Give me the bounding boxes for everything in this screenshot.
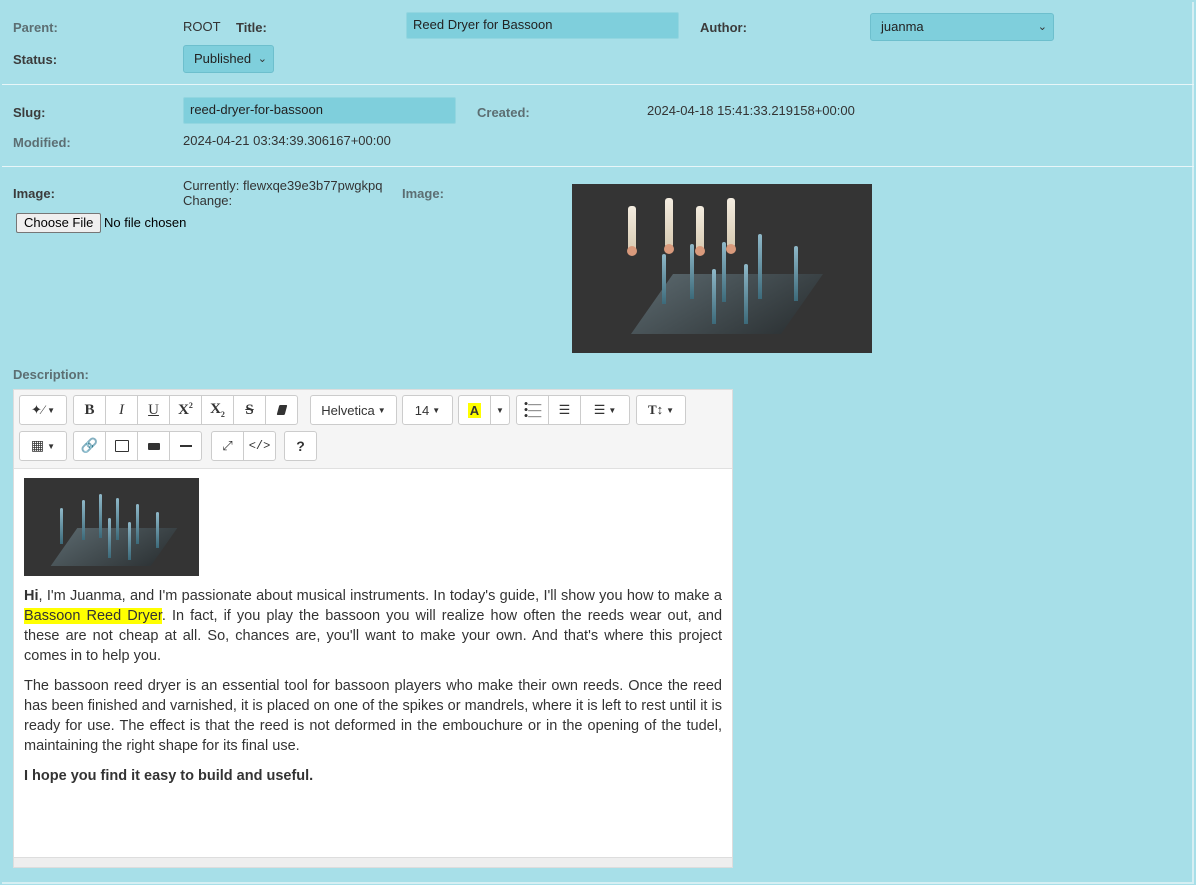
- bold-button[interactable]: B: [73, 395, 106, 425]
- author-select[interactable]: juanma ⌄: [870, 13, 1054, 41]
- horizontal-rule-button[interactable]: [169, 431, 202, 461]
- status-select-value: Published: [194, 51, 252, 66]
- fullscreen-button[interactable]: ⤢: [211, 431, 244, 461]
- text-color-dropdown[interactable]: ▼: [490, 395, 510, 425]
- eraser-icon: [276, 405, 287, 415]
- image-label: Image:: [13, 186, 55, 201]
- paragraph-align-dropdown[interactable]: ☰ ▼: [580, 395, 630, 425]
- insert-link-button[interactable]: 🔗: [73, 431, 106, 461]
- table-button[interactable]: ▦ ▼: [19, 431, 67, 461]
- code-icon: </>: [248, 439, 271, 453]
- magic-wand-icon: ✦∕: [31, 402, 45, 417]
- strikethrough-button[interactable]: S: [233, 395, 266, 425]
- created-value: 2024-04-18 15:41:33.219158+00:00: [647, 103, 855, 118]
- editor-resize-bar[interactable]: [14, 857, 732, 867]
- clear-format-button[interactable]: [265, 395, 298, 425]
- table-icon: ▦: [30, 438, 45, 454]
- slug-input[interactable]: reed-dryer-for-bassoon: [183, 97, 456, 124]
- title-label: Title:: [236, 20, 267, 35]
- chevron-down-icon: ⌄: [1037, 21, 1047, 33]
- underline-icon: U: [148, 401, 159, 418]
- image-change-text: Change:: [183, 193, 233, 208]
- highlight-a-icon: A: [467, 402, 482, 418]
- numbered-list-icon: ☰: [558, 402, 571, 417]
- unordered-list-button[interactable]: •— •— •—: [516, 395, 549, 425]
- choose-file-button[interactable]: Choose File: [16, 213, 102, 233]
- description-label: Description:: [13, 367, 89, 382]
- caret-down-icon: ▼: [666, 405, 675, 415]
- created-label: Created:: [477, 105, 530, 120]
- caret-down-icon: ▼: [377, 405, 386, 415]
- status-select[interactable]: Published ⌄: [183, 45, 274, 73]
- paragraph-intro: Hi, I'm Juanma, and I'm passionate about…: [24, 586, 722, 666]
- style-magic-wand-button[interactable]: ✦∕ ▼: [19, 395, 67, 425]
- line-height-icon: T↕: [647, 402, 664, 417]
- paragraph-body: The bassoon reed dryer is an essential t…: [24, 678, 722, 754]
- modified-label: Modified:: [13, 135, 71, 150]
- text-color-button[interactable]: A: [458, 395, 491, 425]
- fullscreen-icon: ⤢: [222, 438, 233, 453]
- parent-label: Parent:: [13, 20, 58, 35]
- highlighted-text: Bassoon Reed Dryer: [24, 608, 162, 624]
- italic-icon: I: [119, 401, 124, 418]
- intro-text-a: , I'm Juanma, and I'm passionate about m…: [38, 588, 723, 604]
- font-size-dropdown[interactable]: 14 ▼: [402, 395, 453, 425]
- help-icon: ?: [296, 438, 305, 454]
- editor-content[interactable]: Hi, I'm Juanma, and I'm passionate about…: [24, 586, 722, 796]
- link-icon: 🔗: [80, 438, 99, 454]
- ordered-list-button[interactable]: ☰: [548, 395, 581, 425]
- caret-down-icon: ▼: [608, 405, 617, 415]
- subscript-icon: X2: [210, 401, 225, 419]
- author-select-value: juanma: [881, 19, 924, 34]
- divider: [2, 166, 1194, 167]
- code-view-button[interactable]: </>: [243, 431, 276, 461]
- content-image: [24, 478, 199, 576]
- intro-bold: Hi: [24, 588, 39, 604]
- image-preview: [572, 184, 872, 353]
- parent-value: ROOT: [183, 19, 221, 34]
- author-label: Author:: [700, 20, 747, 35]
- subscript-button[interactable]: X2: [201, 395, 234, 425]
- slug-label: Slug:: [13, 105, 46, 120]
- italic-button[interactable]: I: [105, 395, 138, 425]
- editor-toolbar: ✦∕ ▼ B I U X2 X2 S Helvetica ▼ 14 ▼ A ▼ …: [14, 390, 732, 469]
- status-label: Status:: [13, 52, 58, 67]
- bold-icon: B: [84, 401, 95, 418]
- insert-video-button[interactable]: [137, 431, 170, 461]
- help-button[interactable]: ?: [284, 431, 317, 461]
- paragraph-closing: I hope you find it easy to build and use…: [24, 768, 314, 784]
- bullet-list-icon: •— •— •—: [523, 396, 542, 423]
- superscript-button[interactable]: X2: [169, 395, 202, 425]
- horizontal-rule-icon: [179, 445, 192, 447]
- modified-value: 2024-04-21 03:34:39.306167+00:00: [183, 133, 391, 148]
- underline-button[interactable]: U: [137, 395, 170, 425]
- admin-form: Parent: ROOT Title: Reed Dryer for Basso…: [2, 2, 1194, 884]
- align-left-icon: ☰: [593, 402, 606, 417]
- font-size-value: 14: [414, 402, 430, 418]
- superscript-icon: X2: [178, 401, 193, 418]
- image-preview-label: Image:: [402, 186, 444, 201]
- divider: [2, 84, 1194, 85]
- insert-image-button[interactable]: [105, 431, 138, 461]
- no-file-text: No file chosen: [104, 215, 187, 230]
- caret-down-icon: ▼: [47, 441, 56, 451]
- video-icon: [147, 442, 160, 450]
- caret-down-icon: ▼: [47, 405, 55, 415]
- image-current-text: Currently: flewxqe39e3b77pwgkpq: [183, 178, 383, 193]
- caret-down-icon: ▼: [496, 405, 504, 415]
- caret-down-icon: ▼: [432, 405, 441, 415]
- line-height-dropdown[interactable]: T↕ ▼: [636, 395, 686, 425]
- image-icon: [114, 440, 129, 452]
- rich-text-editor: ✦∕ ▼ B I U X2 X2 S Helvetica ▼ 14 ▼ A ▼ …: [13, 389, 733, 868]
- font-family-value: Helvetica: [321, 402, 375, 418]
- title-input[interactable]: Reed Dryer for Bassoon: [406, 12, 679, 39]
- strikethrough-icon: S: [245, 401, 254, 418]
- chevron-down-icon: ⌄: [257, 53, 267, 65]
- font-family-dropdown[interactable]: Helvetica ▼: [310, 395, 397, 425]
